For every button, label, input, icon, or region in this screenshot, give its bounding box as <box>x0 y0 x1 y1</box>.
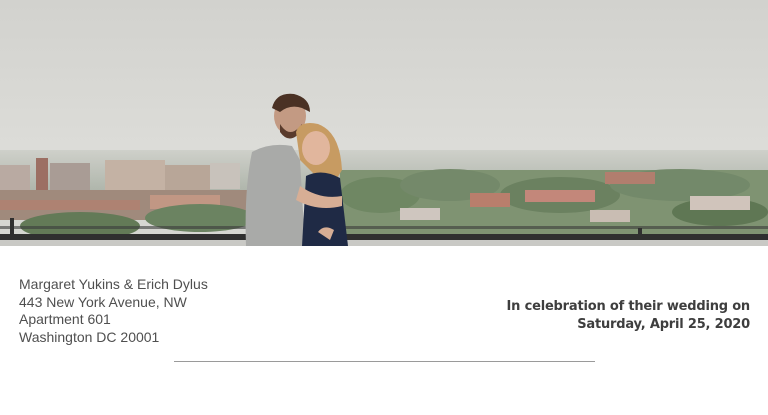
wedding-date: Saturday, April 25, 2020 <box>577 317 750 332</box>
celebration-text-block: In celebration of their wedding on Satur… <box>506 298 751 334</box>
city-zip: Washington DC 20001 <box>19 328 160 345</box>
engagement-photo <box>0 0 768 246</box>
save-the-date-card: Margaret Yukins & Erich Dylus 443 New Yo… <box>0 0 768 415</box>
divider-line <box>174 361 595 362</box>
rooftop-cityscape-image <box>0 0 768 246</box>
street-address: 443 New York Avenue, NW <box>19 293 187 310</box>
recipient-names: Margaret Yukins & Erich Dylus <box>19 276 208 292</box>
celebration-line: In celebration of their wedding on <box>506 299 751 314</box>
apartment-number: Apartment 601 <box>19 311 111 327</box>
recipient-address-block: Margaret Yukins & Erich Dylus 443 New Yo… <box>19 276 208 346</box>
